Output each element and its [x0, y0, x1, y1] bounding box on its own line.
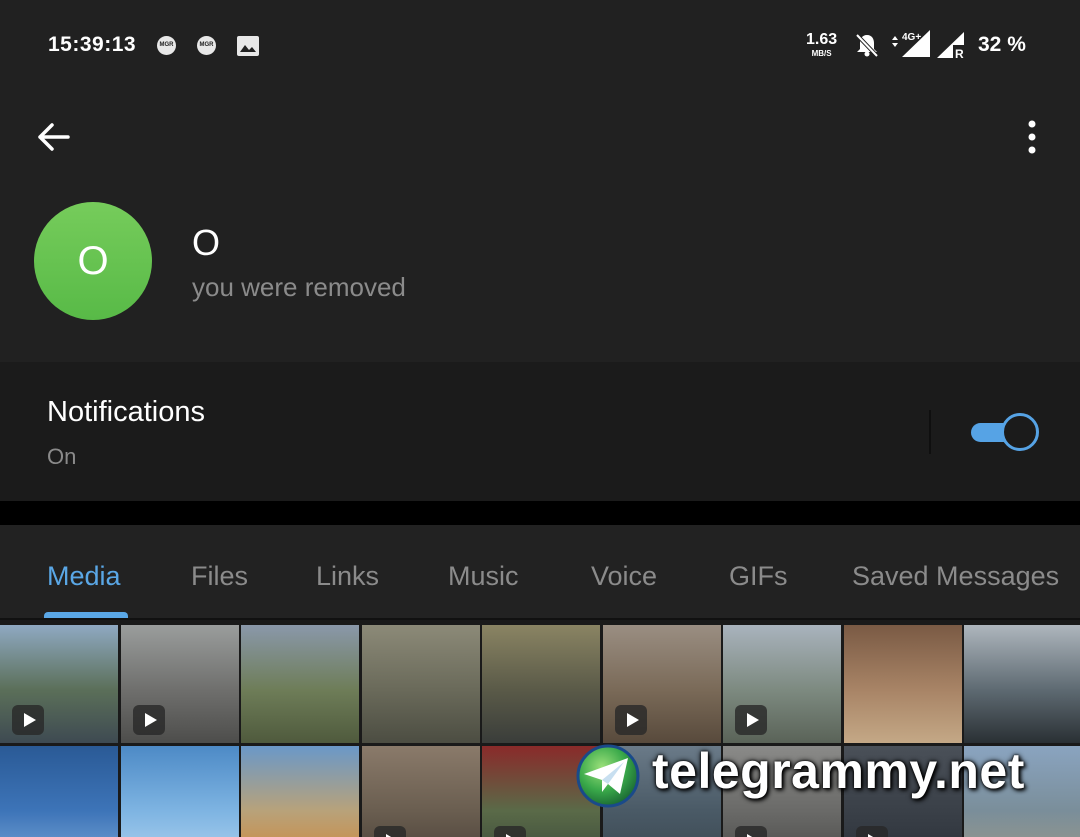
media-grid	[0, 620, 1080, 837]
notifications-value: On	[47, 444, 77, 469]
mobile-signal-4g-icon: 4G+	[892, 30, 930, 57]
battery-level: 32 %	[978, 33, 1026, 56]
roaming-label: R	[955, 47, 964, 60]
bell-off-icon	[855, 33, 879, 58]
play-icon	[12, 705, 44, 735]
tab-voice[interactable]: Voice	[591, 561, 657, 592]
profile-status: you were removed	[192, 272, 406, 302]
media-photo-thumbnail[interactable]	[241, 625, 359, 743]
notifications-title: Notifications	[47, 396, 205, 428]
media-tabs: Media Files Links Music Voice GIFs Saved…	[0, 525, 1080, 619]
more-vertical-icon[interactable]	[1014, 115, 1050, 159]
play-icon	[133, 705, 165, 735]
tab-gifs[interactable]: GIFs	[729, 561, 788, 592]
media-photo-thumbnail[interactable]	[0, 746, 118, 837]
play-icon	[494, 826, 526, 837]
play-icon	[374, 826, 406, 837]
media-photo-thumbnail[interactable]	[121, 746, 239, 837]
mgr-notification-icon: MGR	[197, 36, 216, 55]
notifications-row[interactable]: Notifications On	[0, 362, 1080, 501]
play-icon	[735, 705, 767, 735]
media-photo-thumbnail[interactable]	[482, 625, 600, 743]
media-photo-thumbnail[interactable]	[964, 625, 1080, 743]
media-photo-thumbnail[interactable]	[844, 625, 962, 743]
status-bar: 15:39:13 MGR MGR 1.63 MB/S 4G+ R 32 %	[0, 0, 1080, 90]
status-time: 15:39:13	[48, 33, 137, 56]
section-divider	[0, 501, 1080, 525]
media-photo-thumbnail[interactable]	[241, 746, 359, 837]
tab-links[interactable]: Links	[316, 561, 379, 592]
divider	[929, 410, 931, 454]
app-bar	[0, 90, 1080, 182]
media-photo-thumbnail[interactable]	[362, 625, 480, 743]
media-video-thumbnail[interactable]	[0, 625, 118, 743]
notifications-toggle[interactable]	[971, 413, 1039, 451]
tab-media[interactable]: Media	[47, 561, 121, 592]
watermark-text: telegrammy.net	[652, 743, 1025, 799]
media-video-thumbnail[interactable]	[723, 625, 841, 743]
network-type-label: 4G+	[902, 32, 921, 43]
media-video-thumbnail[interactable]	[603, 625, 721, 743]
avatar[interactable]: O	[34, 202, 152, 320]
play-icon	[856, 826, 888, 837]
tab-saved-messages[interactable]: Saved Messages	[852, 561, 1059, 592]
arrow-left-icon[interactable]	[34, 117, 74, 157]
play-icon	[615, 705, 647, 735]
telegram-globe-logo	[576, 744, 640, 808]
tab-music[interactable]: Music	[448, 561, 519, 592]
media-video-thumbnail[interactable]	[121, 625, 239, 743]
signal-roaming-icon: R	[937, 32, 966, 60]
media-video-thumbnail[interactable]	[362, 746, 480, 837]
play-icon	[735, 826, 767, 837]
tab-files[interactable]: Files	[191, 561, 248, 592]
network-speed: 1.63 MB/S	[806, 31, 838, 58]
mgr-notification-icon: MGR	[157, 36, 176, 55]
profile-name: O	[192, 222, 221, 263]
image-notification-icon	[237, 36, 259, 56]
